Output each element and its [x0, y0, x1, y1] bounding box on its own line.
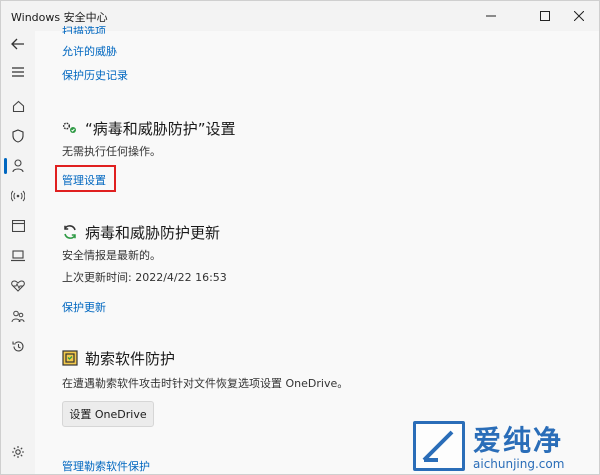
last-update-time: 上次更新时间: 2022/4/22 16:53: [62, 271, 227, 284]
protection-history-link[interactable]: 保护历史记录: [62, 67, 128, 83]
ransomware-section-title: 勒索软件防护: [85, 350, 176, 368]
update-sync-icon: [61, 223, 79, 241]
nav-account[interactable]: [5, 153, 31, 179]
close-icon: [574, 11, 584, 21]
close-button[interactable]: [557, 1, 599, 31]
updates-status-text: 安全情报是最新的。: [62, 249, 161, 262]
health-icon: [11, 280, 25, 292]
manage-ransomware-link[interactable]: 管理勒索软件保护: [62, 458, 150, 474]
menu-button[interactable]: [5, 59, 31, 85]
maximize-icon: [540, 11, 550, 21]
network-icon: [11, 190, 25, 202]
nav-device-health[interactable]: [5, 273, 31, 299]
setup-onedrive-button[interactable]: 设置 OneDrive: [62, 401, 154, 427]
ransomware-description: 在遭遇勒索软件攻击时针对文件恢复选项设置 OneDrive。: [62, 377, 349, 390]
home-icon: [12, 100, 24, 112]
minimize-icon: [486, 15, 496, 17]
history-icon: [11, 340, 24, 352]
nav-virus-protection[interactable]: [5, 123, 31, 149]
back-icon: [11, 38, 24, 50]
shield-icon: [12, 129, 24, 143]
scan-options-link[interactable]: 扫描选项: [62, 26, 106, 34]
protection-updates-link[interactable]: 保护更新: [62, 299, 106, 315]
nav-home[interactable]: [5, 93, 31, 119]
menu-icon: [12, 67, 24, 77]
watermark-brand: 爱纯净: [473, 424, 564, 457]
main-content: 扫描选项 允许的威胁 保护历史记录 “病毒和威胁防护”设置 无需执行任何操作。 …: [35, 26, 599, 474]
app-browser-icon: [11, 220, 25, 232]
nav-rail: [1, 31, 35, 474]
allowed-threats-link[interactable]: 允许的威胁: [62, 43, 117, 59]
security-center-window: Windows 安全中心 扫描选项 允许的威胁 保护历史记录 “病毒和威胁防护”…: [0, 0, 600, 475]
window-title: Windows 安全中心: [11, 11, 108, 24]
nav-family[interactable]: [5, 303, 31, 329]
nav-history[interactable]: [5, 333, 31, 359]
nav-settings[interactable]: [5, 439, 31, 465]
nav-firewall[interactable]: [5, 183, 31, 209]
back-button[interactable]: [5, 31, 31, 57]
settings-status-text: 无需执行任何操作。: [62, 145, 161, 158]
settings-section-title: “病毒和威胁防护”设置: [85, 120, 236, 138]
updates-section-title: 病毒和威胁防护更新: [85, 224, 221, 242]
family-icon: [11, 310, 25, 322]
device-security-icon: [11, 250, 25, 262]
minimize-button[interactable]: [469, 1, 513, 31]
ransomware-folder-icon: [61, 349, 79, 367]
settings-icon: [12, 446, 24, 458]
watermark-logo: [413, 421, 465, 471]
site-watermark: 爱纯净 aichunjing.com: [409, 419, 599, 474]
account-icon: [12, 159, 24, 173]
watermark-url: aichunjing.com: [473, 457, 565, 471]
manage-settings-link[interactable]: 管理设置: [62, 172, 106, 188]
settings-gears-icon: [61, 119, 79, 137]
nav-app-browser[interactable]: [5, 213, 31, 239]
nav-device-security[interactable]: [5, 243, 31, 269]
